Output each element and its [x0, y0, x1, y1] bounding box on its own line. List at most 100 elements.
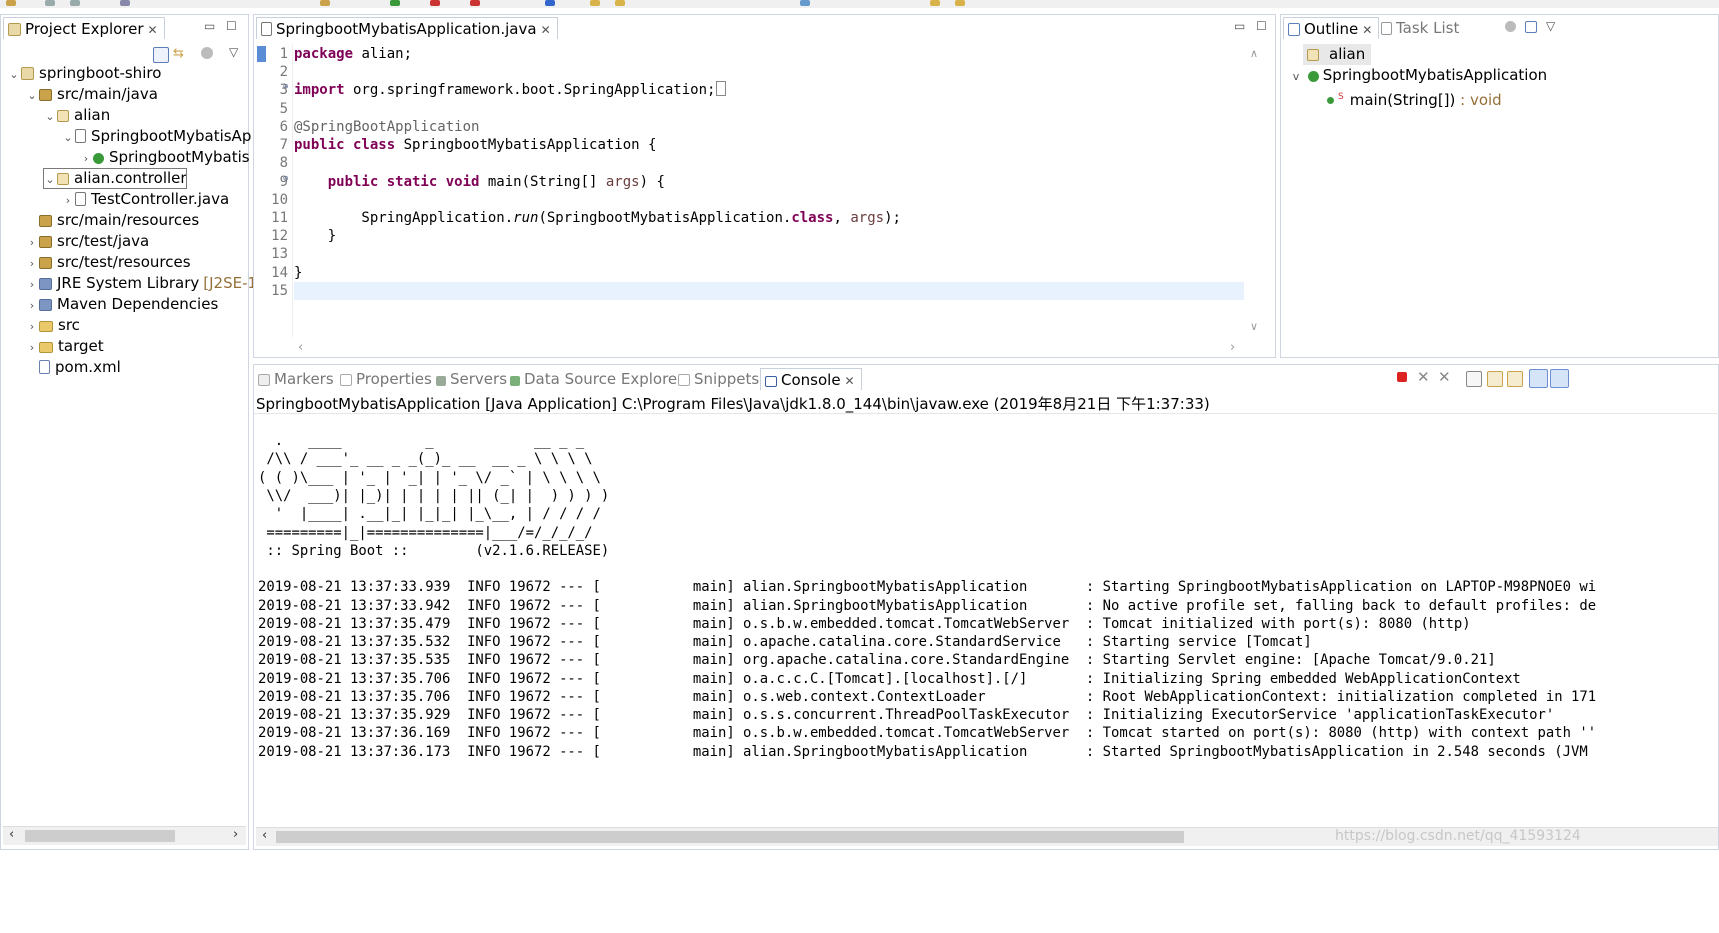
scroll-lock-icon[interactable]: [1487, 371, 1503, 387]
tab-snippets[interactable]: Snippets: [678, 368, 759, 390]
tree-item[interactable]: pom.xml: [25, 357, 121, 378]
editor-tabbar: SpringbootMybatisApplication.java ✕ ▭ ☐: [254, 15, 1275, 39]
chevron-right-icon[interactable]: ›: [79, 148, 93, 169]
toolbar-icon[interactable]: [955, 0, 965, 6]
close-icon[interactable]: ✕: [845, 374, 855, 388]
chevron-right-icon[interactable]: ›: [25, 337, 39, 358]
toolbar-icon[interactable]: [800, 0, 810, 6]
close-icon[interactable]: ✕: [1362, 23, 1372, 37]
method-icon: [1327, 97, 1334, 104]
scroll-left-icon[interactable]: ‹: [9, 827, 14, 842]
tree-item[interactable]: › target: [25, 336, 104, 357]
toolbar-icon[interactable]: [930, 0, 940, 6]
keyword: public static void: [327, 174, 480, 190]
maximize-icon[interactable]: ☐: [226, 19, 237, 33]
code-area[interactable]: 1 2 3 ⊕ 5 6 7 8 9 ⊖ 10 11 12 13 14 15 pa…: [254, 45, 1246, 337]
collapse-all-icon[interactable]: [1525, 21, 1537, 33]
toolbar-icon[interactable]: [6, 0, 16, 6]
tree-item[interactable]: › src/test/java: [25, 231, 149, 252]
tab-servers[interactable]: Servers: [436, 368, 507, 390]
toolbar-icon[interactable]: [70, 0, 80, 6]
tab-task-list[interactable]: Task List: [1381, 17, 1459, 39]
scroll-right-icon[interactable]: ›: [1230, 340, 1235, 355]
chevron-down-icon[interactable]: ⌄: [43, 106, 57, 127]
run-icon[interactable]: [390, 0, 400, 6]
view-menu-icon[interactable]: ▽: [1546, 19, 1555, 33]
scroll-down-icon[interactable]: ∨: [1250, 320, 1258, 333]
outline-item-package[interactable]: alian: [1303, 44, 1372, 65]
tree-item[interactable]: ⌄ alian.controller: [43, 168, 187, 189]
minimize-icon[interactable]: ▭: [1234, 19, 1245, 33]
toolbar-icon[interactable]: [545, 0, 555, 6]
outline-item-class[interactable]: v SpringbootMybatisApplication: [1289, 65, 1547, 86]
chevron-right-icon[interactable]: ›: [61, 190, 75, 211]
tree-item[interactable]: › src/test/resources: [25, 252, 191, 273]
fold-icon[interactable]: ⊕: [283, 82, 288, 92]
toolbar-icon[interactable]: [470, 0, 480, 6]
tree-item[interactable]: ⌄ alian: [43, 105, 110, 126]
toolbar-icon[interactable]: [45, 0, 55, 6]
toolbar-icon[interactable]: [615, 0, 625, 6]
toolbar-icon[interactable]: [120, 0, 130, 6]
chevron-right-icon[interactable]: ›: [25, 274, 39, 295]
scrollbar-thumb[interactable]: [276, 831, 1184, 843]
chevron-down-icon[interactable]: ⌄: [7, 64, 21, 85]
tree-item[interactable]: › Maven Dependencies: [25, 294, 218, 315]
chevron-right-icon[interactable]: ›: [25, 232, 39, 253]
chevron-down-icon[interactable]: v: [1289, 66, 1303, 87]
tree-item[interactable]: › JRE System Library [J2SE-1.5: [25, 273, 272, 295]
word-wrap-icon[interactable]: [1507, 371, 1523, 387]
outline-item-method[interactable]: Smain(String[]) : void: [1327, 87, 1502, 109]
toolbar-icon[interactable]: [320, 0, 330, 6]
tree-item[interactable]: ⌄ src/main/java: [25, 84, 158, 105]
chevron-right-icon[interactable]: ›: [25, 295, 39, 316]
tree-item[interactable]: ⌄ springboot-shiro: [7, 63, 161, 84]
source-folder-icon: [39, 236, 52, 248]
chevron-right-icon[interactable]: ›: [25, 253, 39, 274]
collapse-all-icon[interactable]: [153, 47, 169, 63]
close-icon[interactable]: ✕: [541, 23, 551, 37]
tab-data-source-explorer[interactable]: Data Source Explorer: [510, 368, 683, 390]
remove-launch-icon[interactable]: ✕: [1417, 368, 1430, 386]
console-output[interactable]: . ____ _ __ _ _ /\\ / ___'_ __ _ _(_)_ _…: [254, 432, 1719, 832]
chevron-down-icon[interactable]: ⌄: [25, 85, 39, 106]
link-with-editor-icon[interactable]: ⇆: [173, 47, 187, 61]
scrollbar-thumb[interactable]: [25, 830, 175, 842]
tree-item-label: alian: [74, 106, 111, 124]
tab-editor-file[interactable]: SpringbootMybatisApplication.java ✕: [256, 17, 558, 39]
close-icon[interactable]: ✕: [148, 23, 158, 37]
tab-markers[interactable]: Markers: [258, 368, 334, 390]
show-console-on-output-icon[interactable]: [1529, 369, 1548, 388]
tree-item[interactable]: src/main/resources: [25, 210, 199, 231]
filter-icon[interactable]: [201, 47, 213, 59]
tab-properties[interactable]: Properties: [340, 368, 432, 390]
chevron-down-icon[interactable]: ⌄: [61, 127, 75, 148]
remove-all-icon[interactable]: ✕: [1438, 368, 1451, 386]
filter-icon[interactable]: [1505, 21, 1516, 32]
tree-item[interactable]: › TestController.java: [61, 189, 229, 210]
terminate-icon[interactable]: [1397, 372, 1407, 382]
toolbar-icon[interactable]: [590, 0, 600, 6]
tree-item[interactable]: › src: [25, 315, 80, 336]
show-console-on-error-icon[interactable]: [1550, 369, 1569, 388]
scroll-right-icon[interactable]: ›: [233, 827, 238, 842]
minimize-icon[interactable]: ▭: [204, 19, 215, 33]
tab-console[interactable]: Console ✕: [760, 368, 862, 390]
maximize-icon[interactable]: ☐: [1256, 19, 1267, 33]
tab-outline[interactable]: Outline ✕: [1283, 17, 1380, 39]
folded-block-icon[interactable]: [716, 81, 727, 96]
horizontal-scrollbar[interactable]: ‹ ›: [3, 826, 246, 845]
chevron-right-icon[interactable]: ›: [25, 316, 39, 337]
scroll-up-icon[interactable]: ∧: [1250, 47, 1258, 60]
tree-item[interactable]: ⌄ SpringbootMybatisAp: [61, 126, 251, 147]
toolbar-icon[interactable]: [430, 0, 440, 6]
tab-project-explorer[interactable]: Project Explorer ✕: [3, 17, 165, 39]
clear-console-icon[interactable]: [1466, 371, 1482, 387]
view-menu-icon[interactable]: ▽: [229, 45, 238, 59]
tree-item[interactable]: › SpringbootMybatis: [79, 147, 250, 168]
scroll-left-icon[interactable]: ‹: [262, 828, 267, 843]
fold-icon[interactable]: ⊖: [283, 174, 288, 184]
chevron-down-icon[interactable]: ⌄: [43, 169, 57, 190]
scroll-left-icon[interactable]: ‹: [298, 340, 303, 355]
